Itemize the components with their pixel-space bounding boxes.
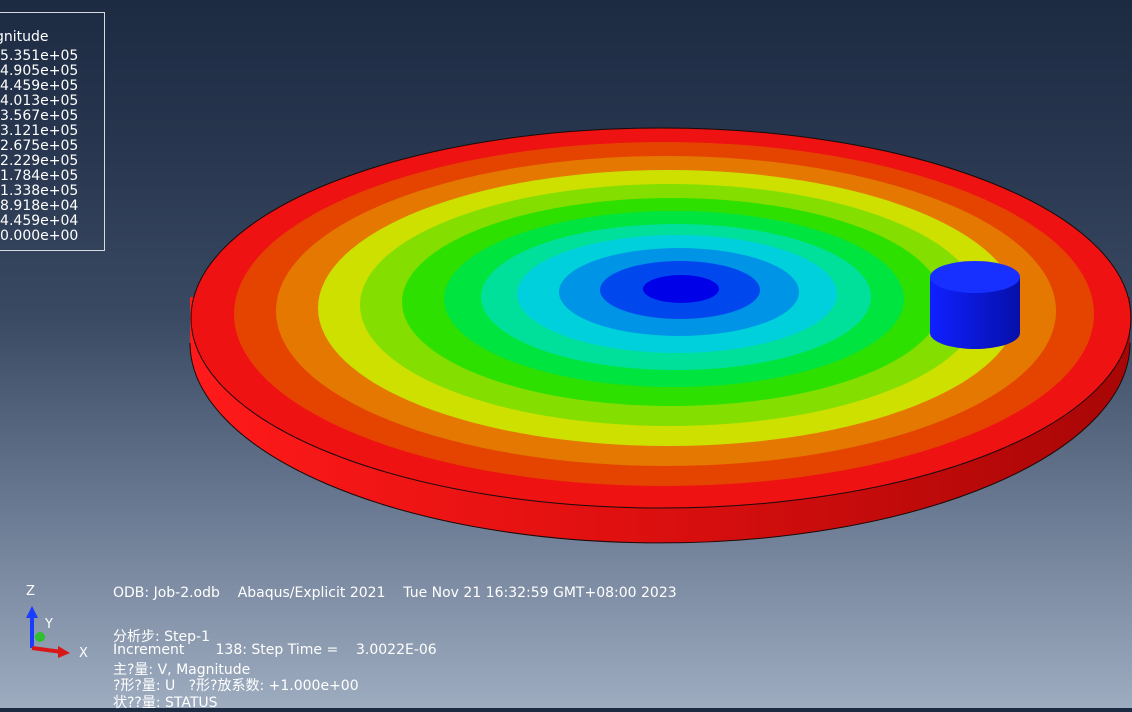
odb-info: ODB: Job-2.odb Abaqus/Explicit 2021 Tue … xyxy=(113,585,677,601)
legend-entry: -4.459e+04 xyxy=(0,213,79,229)
legend-entry: -2.675e+05 xyxy=(0,138,79,154)
legend-entry: -1.338e+05 xyxy=(0,183,79,199)
legend-entry: -4.013e+05 xyxy=(0,93,79,109)
triad-x-label: X xyxy=(79,646,88,661)
triad-y-label: Y xyxy=(45,617,53,632)
legend-entry: -5.351e+05 xyxy=(0,48,79,64)
legend-entry: -4.459e+05 xyxy=(0,78,79,94)
legend-entry: -3.567e+05 xyxy=(0,108,79,124)
legend-entry: -3.121e+05 xyxy=(0,123,79,139)
legend-entry: -8.918e+04 xyxy=(0,198,79,214)
legend-entry: -1.784e+05 xyxy=(0,168,79,184)
legend-entry: -0.000e+00 xyxy=(0,228,79,244)
increment-info: Increment 138: Step Time = 3.0022E-06 xyxy=(113,642,437,658)
model-viewport[interactable] xyxy=(0,0,1132,708)
triad-z-label: Z xyxy=(26,584,35,599)
legend-title: gnitude xyxy=(0,29,49,45)
contour-band xyxy=(643,275,719,303)
legend-entry: -4.905e+05 xyxy=(0,63,79,79)
contour-legend: gnitude -5.351e+05 -4.905e+05 -4.459e+05 -4… xyxy=(0,12,105,251)
cylinder-part[interactable] xyxy=(930,261,1020,349)
status-variable-info: 状??量: STATUS xyxy=(113,695,218,711)
legend-entry: -2.229e+05 xyxy=(0,153,79,169)
